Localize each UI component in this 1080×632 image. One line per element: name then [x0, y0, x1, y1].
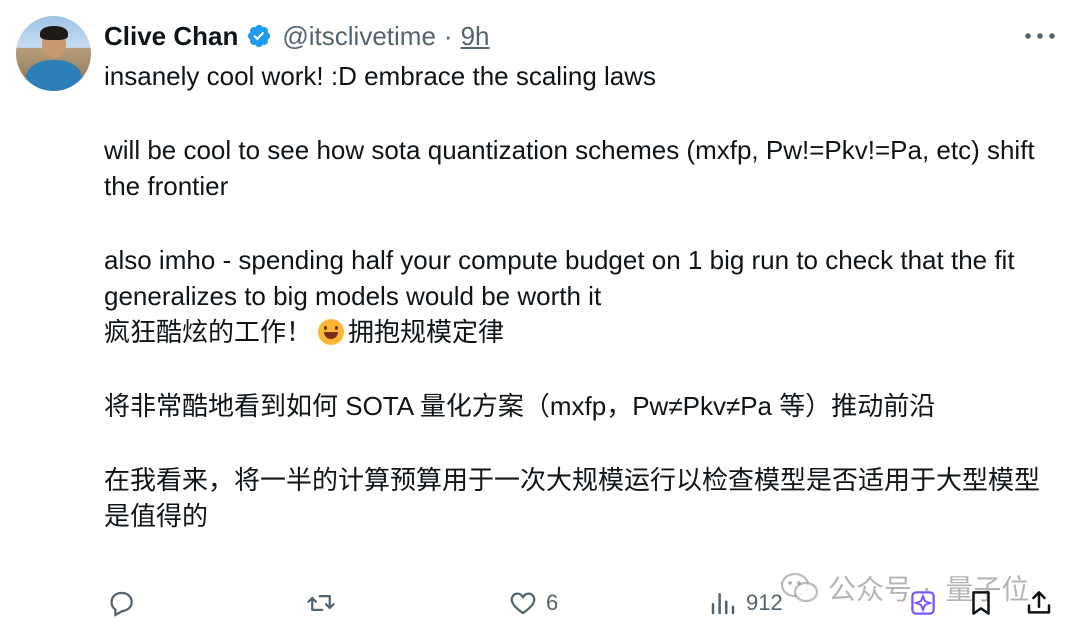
- like-count: 6: [546, 590, 559, 615]
- retweet-button[interactable]: [306, 588, 336, 618]
- grinning-face-emoji: [318, 319, 345, 345]
- tweet-text-en-2: will be cool to see how sota quantizatio…: [104, 135, 1035, 201]
- tweet-text-zh-1: 疯狂酷炫的工作！ 拥抱规模定律: [104, 314, 1054, 350]
- view-count: 912: [746, 590, 783, 615]
- like-button[interactable]: 6: [508, 588, 558, 618]
- avatar-hair: [40, 26, 68, 40]
- zh-line1-part1: 疯狂酷炫的工作！: [104, 317, 313, 347]
- more-options-icon[interactable]: [1020, 22, 1060, 50]
- tweet-header: Clive Chan @itsclivetime · 9h: [104, 16, 490, 56]
- bookmark-button[interactable]: [966, 588, 996, 618]
- tweet-text-en-3: also imho - spending half your compute b…: [104, 245, 1015, 311]
- author-name[interactable]: Clive Chan: [104, 21, 238, 52]
- tweet-text-zh-2: 将非常酷地看到如何 SOTA 量化方案（mxfp，Pw≠Pkv≠Pa 等）推动前…: [104, 391, 936, 421]
- retweet-icon: [307, 595, 335, 611]
- verified-badge-icon: [246, 23, 272, 49]
- action-bar: 6 912: [0, 584, 1080, 624]
- author-handle[interactable]: @itsclivetime: [282, 21, 436, 52]
- zh-line1-part2: 拥抱规模定律: [348, 317, 505, 347]
- grok-icon: [911, 591, 935, 615]
- timestamp[interactable]: 9h: [461, 21, 490, 52]
- grok-button[interactable]: [908, 588, 938, 618]
- views-button[interactable]: 912: [708, 588, 783, 618]
- share-button[interactable]: [1024, 588, 1054, 618]
- bookmark-icon: [972, 591, 990, 615]
- avatar-shirt: [26, 60, 82, 91]
- reply-icon: [110, 591, 133, 617]
- reply-button[interactable]: [106, 588, 136, 618]
- avatar[interactable]: [16, 16, 91, 91]
- separator-dot: ·: [443, 20, 453, 51]
- tweet-text-zh-3: 在我看来，将一半的计算预算用于一次大规模运行以检查模型是否适用于大型模型是值得的: [104, 465, 1041, 531]
- views-chart-icon: [711, 593, 735, 615]
- heart-icon: [510, 592, 536, 615]
- tweet-body: insanely cool work! :D embrace the scali…: [104, 58, 1054, 534]
- share-icon: [1027, 591, 1051, 614]
- tweet-text-en-1: insanely cool work! :D embrace the scali…: [104, 61, 657, 91]
